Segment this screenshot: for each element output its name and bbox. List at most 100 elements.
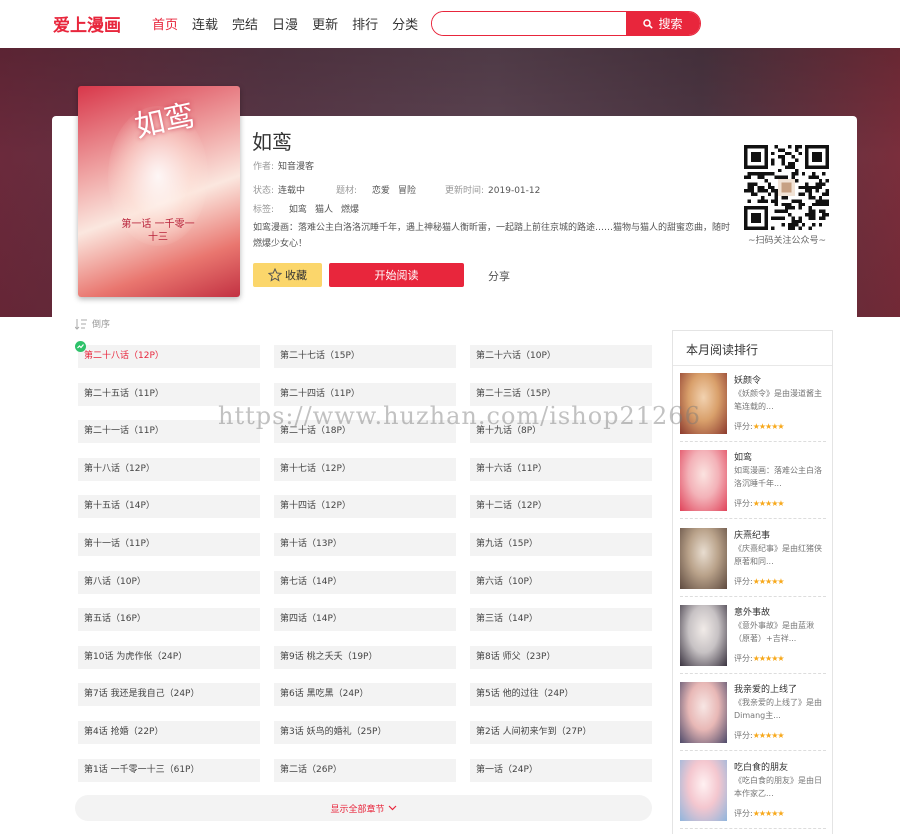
ranking-item-score: 评分:★★★★★	[734, 421, 785, 432]
chapter-item[interactable]: 第6话 黑吃黑（24P）	[274, 683, 456, 707]
author-label: 作者:	[253, 162, 275, 172]
ranking-item-name[interactable]: 意外事故	[734, 605, 770, 618]
updated-value: 2019-01-12	[488, 186, 541, 196]
ranking-item[interactable]: 如鸾 如鸾漫画：落难公主白洛洛沉睡千年... 评分:★★★★★	[680, 450, 826, 520]
nav-item[interactable]: 更新	[312, 14, 338, 33]
tags-label: 标签:	[253, 205, 275, 215]
start-reading-button[interactable]: 开始阅读	[329, 263, 464, 287]
ranking-thumbnail[interactable]	[680, 759, 727, 821]
chevron-down-icon	[388, 805, 396, 811]
ranking-item-name[interactable]: 庆熹纪事	[734, 528, 770, 541]
ranking-item-score: 评分:★★★★★	[734, 576, 785, 587]
nav-item[interactable]: 分类	[392, 14, 418, 33]
chapter-item[interactable]: 第二十六话（10P）	[470, 345, 652, 368]
ranking-item-score: 评分:★★★★★	[734, 653, 785, 664]
nav-item[interactable]: 首页	[152, 14, 178, 33]
chapter-item[interactable]: 第三话（14P）	[470, 608, 652, 632]
search-input[interactable]	[432, 12, 626, 35]
share-button[interactable]: 分享	[488, 268, 510, 284]
genre-tag[interactable]: 冒险	[398, 186, 416, 196]
chapter-item[interactable]: 第一话（24P）	[470, 758, 652, 782]
chapter-item[interactable]: 第2话 人间初来乍到（27P）	[470, 720, 652, 744]
nav-item[interactable]: 日漫	[272, 14, 298, 33]
chapter-item[interactable]: 第10话 为虎作伥（24P）	[78, 645, 260, 669]
ranking-item[interactable]: 吃白食的朋友《吃白食的朋友》是由日本作家乙... 评分:★★★★★	[680, 759, 826, 829]
ranking-item-desc: 《我亲爱的上线了》是由Dimang主...	[734, 698, 822, 721]
tag-item[interactable]: 燃爆	[341, 205, 359, 215]
status-row: 状态: 连载中	[253, 183, 305, 196]
tag-item[interactable]: 如鸾	[289, 205, 307, 215]
search-icon	[643, 18, 654, 29]
favorite-button-label: 收藏	[285, 269, 307, 282]
ranking-item-desc: 《意外事故》是由蓝湫（原著）+吉祥...	[734, 620, 814, 643]
ranking-item-name[interactable]: 吃白食的朋友	[734, 760, 788, 773]
ranking-thumbnail[interactable]	[680, 604, 727, 666]
score-label: 评分:	[734, 731, 753, 741]
chapter-item[interactable]: 第二十八话（12P）	[78, 345, 260, 368]
chapter-item[interactable]: 第1话 一千零一十三（61P）	[78, 758, 260, 782]
chapter-item[interactable]: 第十五话（14P）	[78, 495, 260, 519]
show-all-chapters-button[interactable]: 显示全部章节	[75, 795, 652, 821]
sort-toggle[interactable]: 倒序	[75, 317, 110, 330]
chapter-item[interactable]: 第7话 我还是我自己（24P）	[78, 683, 260, 707]
ranking-item[interactable]: 庆熹纪事 《庆熹纪事》是由红猪侠原著和同... 评分:★★★★★	[680, 527, 826, 597]
rating-stars: ★★★★★	[752, 576, 785, 586]
ranking-item-name[interactable]: 我亲爱的上线了	[734, 682, 797, 695]
author-row: 作者: 知音漫客	[253, 159, 314, 172]
chapter-item[interactable]: 第8话 师父（23P）	[470, 645, 652, 669]
chapter-item[interactable]: 第五话（16P）	[78, 608, 260, 632]
updated-row: 更新时间: 2019-01-12	[445, 183, 540, 196]
show-all-label: 显示全部章节	[330, 804, 385, 815]
search-button-label: 搜索	[658, 17, 683, 31]
genre-row: 题材: 恋爱 冒险	[336, 183, 424, 196]
ranking-item-desc: 《吃白食的朋友》是由日本作家乙...	[734, 775, 822, 798]
ranking-item-score: 评分:★★★★★	[734, 730, 785, 741]
author-link[interactable]: 知音漫客	[278, 162, 314, 172]
ranking-item[interactable]: 我亲爱的上线了《我亲爱的上线了》是由Dimang主... 评分:★★★★★	[680, 682, 826, 752]
ranking-item[interactable]: 意外事故《意外事故》是由蓝湫（原著）+吉祥... 评分:★★★★★	[680, 604, 826, 674]
chapter-item[interactable]: 第十八话（12P）	[78, 457, 260, 481]
ranking-item-score: 评分:★★★★★	[734, 808, 785, 819]
chapter-item[interactable]: 第十六话（11P）	[470, 457, 652, 481]
favorite-button[interactable]: 收藏	[253, 263, 322, 287]
chapter-item[interactable]: 第十四话（12P）	[274, 495, 456, 519]
site-logo[interactable]: 爱上漫画	[53, 11, 121, 36]
chapter-item[interactable]: 第二话（26P）	[274, 758, 456, 782]
rating-stars: ★★★★★	[752, 422, 785, 431]
ranking-thumbnail[interactable]	[680, 527, 727, 589]
chapter-item[interactable]: 第六话（10P）	[470, 570, 652, 594]
ranking-thumbnail[interactable]	[680, 682, 727, 744]
search-button[interactable]: 搜索	[626, 12, 700, 35]
chapter-item[interactable]: 第9话 桃之夭夭（19P）	[274, 645, 456, 669]
nav-item[interactable]: 排行	[352, 14, 378, 33]
genre-tag[interactable]: 恋爱	[372, 186, 390, 196]
status-label: 状态:	[253, 186, 275, 196]
book-cover[interactable]: 如鸾 第一话 一千零一十三	[78, 86, 240, 297]
ranking-item[interactable]: 妖颜令 《妖颜令》是由漫道酱主笔连载的... 评分:★★★★★	[680, 373, 826, 442]
chapter-item[interactable]: 第十二话（12P）	[470, 495, 652, 519]
ranking-item-score: 评分:★★★★★	[734, 498, 785, 509]
chapter-item[interactable]: 第十话（13P）	[274, 532, 456, 556]
score-label: 评分:	[734, 499, 753, 509]
chapter-item[interactable]: 第七话（14P）	[274, 570, 456, 594]
chapter-item[interactable]: 第八话（10P）	[78, 570, 260, 594]
chapter-item[interactable]: 第九话（15P）	[470, 532, 652, 556]
score-label: 评分:	[734, 576, 753, 586]
chapter-item[interactable]: 第5话 他的过往（24P）	[470, 683, 652, 707]
chapter-item[interactable]: 第4话 抢婚（22P）	[78, 720, 260, 744]
tags-row: 标签: 如鸾 猫人 燃爆	[253, 202, 367, 215]
chapter-item[interactable]: 第四话（14P）	[274, 608, 456, 632]
chapter-item[interactable]: 第十七话（12P）	[274, 457, 456, 481]
ranking-thumbnail[interactable]	[680, 450, 727, 512]
chapter-item[interactable]: 第3话 妖鸟的婚礼（25P）	[274, 720, 456, 744]
ranking-item-name[interactable]: 如鸾	[734, 450, 752, 463]
tag-item[interactable]: 猫人	[315, 205, 333, 215]
nav-item[interactable]: 连载	[192, 14, 218, 33]
updated-label: 更新时间:	[445, 186, 485, 196]
nav-item[interactable]: 完结	[232, 14, 258, 33]
reading-icon	[77, 344, 84, 349]
ranking-item-name[interactable]: 妖颜令	[734, 373, 761, 386]
watermark-text: https://www.huzhan.com/ishop21266	[218, 402, 701, 430]
chapter-item[interactable]: 第十一话（11P）	[78, 532, 260, 556]
chapter-item[interactable]: 第二十七话（15P）	[274, 345, 456, 368]
